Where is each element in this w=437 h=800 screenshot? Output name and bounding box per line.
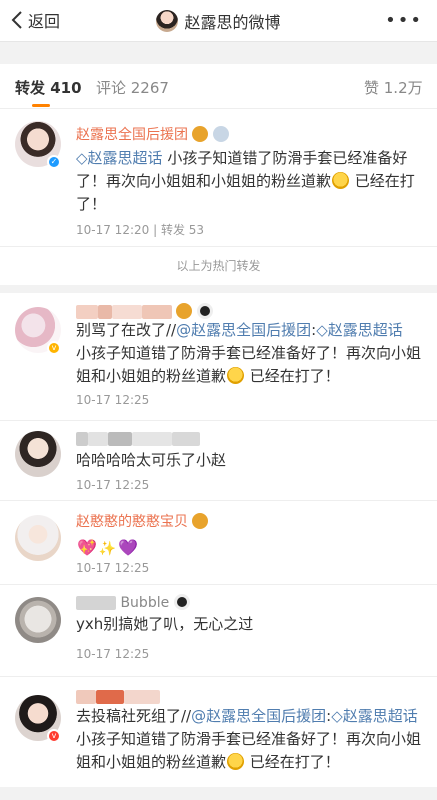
timestamp: 10-17 12:20: [76, 223, 150, 237]
list-item[interactable]: Bubble yxh别搞她了叭，无心之过 10-17 12:25: [0, 585, 437, 677]
list-item[interactable]: v 别骂了在改了//@赵露思全国后援团:◇赵露思超话 小孩子知道错了防滑手套已经…: [0, 293, 437, 421]
page-title: 赵露思的微博: [0, 9, 437, 33]
repost-count[interactable]: 转发 53: [161, 223, 204, 237]
avatar[interactable]: [15, 431, 61, 477]
vip-badge-icon: v: [47, 729, 61, 743]
sob-emoji-icon: [227, 753, 245, 770]
post-content: 哈哈哈哈太可乐了小赵: [76, 451, 227, 469]
supertopic-link[interactable]: ◇赵露思超话: [331, 707, 418, 725]
tab-like[interactable]: 赞 1.2万: [364, 77, 423, 98]
timestamp: 10-17 12:25: [76, 647, 150, 661]
vip-badge-icon: v: [47, 341, 61, 355]
list-item[interactable]: 哈哈哈哈太可乐了小赵 10-17 12:25: [0, 421, 437, 501]
post-content: 别骂了在改了//@赵露思全国后援团:◇赵露思超话 小孩子知道错了防滑手套已经准备…: [76, 321, 422, 385]
user-name[interactable]: [76, 689, 160, 705]
user-name[interactable]: [76, 303, 213, 320]
mention-link[interactable]: @赵露思全国后援团: [176, 321, 311, 339]
avatar[interactable]: [15, 515, 61, 561]
user-name[interactable]: 赵憨憨的憨憨宝贝: [76, 511, 209, 531]
verified-badge-icon: ✓: [47, 155, 61, 169]
post-content: 💖 ✨ 💜: [76, 534, 422, 557]
repost-list: ✓ 赵露思全国后援团 ◇赵露思超话 小孩子知道错了防滑手套已经准备好了！再次向小…: [0, 109, 437, 787]
post-content: ◇赵露思超话 小孩子知道错了防滑手套已经准备好了！再次向小姐姐和小姐姐的粉丝道歉…: [76, 149, 415, 213]
timestamp: 10-17 12:25: [76, 561, 150, 575]
purple-heart-emoji-icon: 💜: [118, 538, 139, 557]
user-name[interactable]: [76, 431, 200, 447]
post-tabs: 转发 410 评论 2267 赞 1.2万: [0, 64, 437, 109]
list-item[interactable]: ✓ 赵露思全国后援团 ◇赵露思超话 小孩子知道错了防滑手套已经准备好了！再次向小…: [0, 109, 437, 247]
supertopic-link[interactable]: ◇赵露思超话: [76, 149, 163, 167]
post-content: 去投稿社死组了//@赵露思全国后援团:◇赵露思超话小孩子知道错了防滑手套已经准备…: [76, 707, 422, 771]
panda-icon: [173, 594, 190, 610]
crown-icon: [176, 303, 193, 319]
hot-reposts-divider: 以上为热门转发: [0, 247, 437, 293]
list-item[interactable]: 赵憨憨的憨憨宝贝 💖 ✨ 💜 10-17 12:25: [0, 501, 437, 585]
heart-emoji-icon: 💖: [77, 538, 97, 557]
tab-repost[interactable]: 转发 410: [15, 77, 82, 98]
post-meta: 10-17 12:20 | 转发 53: [76, 223, 205, 237]
title-avatar: [156, 10, 179, 32]
sob-emoji-icon: [227, 367, 245, 384]
active-tab-indicator: [32, 104, 50, 107]
sparkles-emoji-icon: ✨: [98, 541, 117, 557]
mention-link[interactable]: @赵露思全国后援团: [191, 707, 326, 725]
post-content: yxh别搞她了叭，无心之过: [76, 615, 254, 633]
page-title-text: 赵露思的微博: [184, 13, 281, 32]
timestamp: 10-17 12:25: [76, 478, 150, 492]
avatar[interactable]: [15, 597, 61, 643]
top-nav-bar: 返回 赵露思的微博 •••: [0, 0, 437, 42]
sob-emoji-icon: [332, 172, 350, 189]
user-name[interactable]: Bubble: [76, 594, 190, 611]
panda-icon: [196, 303, 213, 319]
tab-comment[interactable]: 评论 2267: [96, 77, 169, 98]
supertopic-link[interactable]: ◇赵露思超话: [316, 321, 403, 339]
crown-icon: [192, 126, 209, 142]
more-options-icon[interactable]: •••: [385, 10, 423, 31]
list-item[interactable]: v 去投稿社死组了//@赵露思全国后援团:◇赵露思超话小孩子知道错了防滑手套已经…: [0, 677, 437, 787]
user-name[interactable]: 赵露思全国后援团: [76, 124, 229, 144]
ring-icon: [212, 126, 229, 142]
section-gap: [0, 42, 437, 64]
timestamp: 10-17 12:25: [76, 393, 150, 407]
crown-icon: [192, 513, 209, 529]
